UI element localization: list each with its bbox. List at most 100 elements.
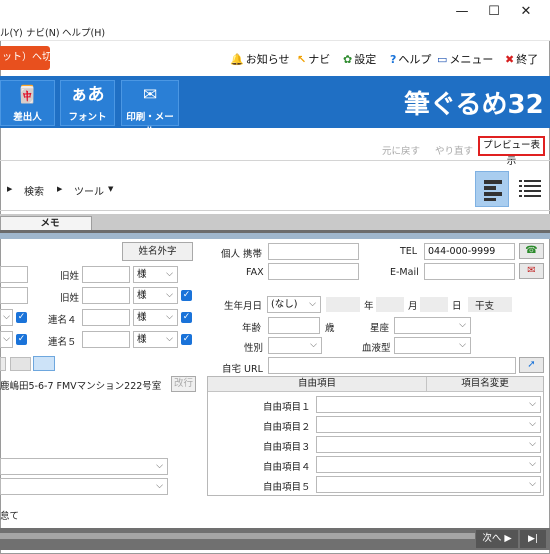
name-field-1[interactable]: [0, 266, 28, 283]
mail-icon[interactable]: ✉: [519, 263, 544, 279]
checkbox-2[interactable]: ✓: [181, 290, 192, 301]
chevron-down-icon: ⌵: [166, 334, 173, 344]
maximize-button[interactable]: ☐: [480, 2, 508, 22]
checkbox-left-4[interactable]: ✓: [16, 312, 27, 323]
menu-item-help[interactable]: ヘルプ(H): [62, 25, 105, 39]
list-view-icon: [519, 180, 541, 197]
name-field-2[interactable]: [0, 287, 28, 304]
checkbox-5[interactable]: ✓: [181, 334, 192, 345]
rename-left-select-5[interactable]: ⌵: [0, 331, 13, 348]
news-link[interactable]: 🔔 お知らせ: [230, 51, 289, 67]
honorific-select-5[interactable]: 様 ⌵: [133, 331, 178, 348]
exit-link[interactable]: ✖ 終了: [505, 51, 538, 67]
redo-button[interactable]: やり直す: [435, 143, 473, 157]
list-view-button[interactable]: [513, 171, 547, 207]
sender-button[interactable]: 🀄 差出人: [0, 80, 55, 126]
chevron-down-icon: ⌵: [529, 459, 536, 469]
search-menu[interactable]: 検索: [24, 183, 44, 198]
tab-memo[interactable]: メモ: [0, 216, 92, 231]
free-item-label-5: 自由項目５: [263, 482, 311, 493]
free-item-select-3[interactable]: ⌵: [316, 436, 541, 453]
home-url-label: 自宅 URL: [222, 364, 263, 375]
undo-button[interactable]: 元に戻す: [382, 143, 420, 157]
next-button[interactable]: 次へ ▶: [476, 530, 518, 548]
switch-mode-button[interactable]: ット）へ切替: [0, 46, 50, 70]
honorific-value: 様: [137, 334, 147, 345]
card-view-button[interactable]: [475, 171, 509, 207]
bell-icon: 🔔: [230, 53, 244, 66]
left-select-b[interactable]: ⌵: [0, 478, 168, 495]
navi-link[interactable]: ↖ ナビ: [297, 51, 330, 67]
chevron-down-icon: ⌵: [310, 340, 317, 350]
checkbox-left-5[interactable]: ✓: [16, 334, 27, 345]
birth-day-field[interactable]: [420, 297, 448, 312]
email-field[interactable]: [424, 263, 515, 280]
kyusei-field-2[interactable]: [82, 287, 130, 304]
zodiac-select[interactable]: ⌵: [394, 317, 471, 334]
blood-type-select[interactable]: ⌵: [394, 337, 471, 354]
honorific-select-2[interactable]: 様 ⌵: [133, 287, 178, 304]
sender-label: 差出人: [13, 112, 42, 123]
free-items-header: 自由項目: [208, 377, 427, 392]
free-item-label-2: 自由項目２: [263, 422, 311, 433]
left-select-a[interactable]: ⌵: [0, 458, 168, 475]
personal-mobile-field[interactable]: [268, 243, 359, 260]
chevron-down-icon: ⌵: [529, 419, 536, 429]
help-link[interactable]: ? ヘルプ: [390, 51, 431, 67]
free-item-select-1[interactable]: ⌵: [316, 396, 541, 413]
format-button-2[interactable]: [10, 357, 31, 371]
browser-icon[interactable]: ➚: [519, 357, 544, 373]
gaiji-button[interactable]: 姓名外字: [122, 242, 193, 261]
chevron-down-icon: ⌵: [529, 399, 536, 409]
menu-item-navi[interactable]: ナビ(N): [26, 25, 60, 39]
free-item-select-5[interactable]: ⌵: [316, 476, 541, 493]
fax-field[interactable]: [268, 263, 359, 280]
menu-link[interactable]: ▭ メニュー: [437, 51, 493, 67]
chevron-down-icon: ⌵: [156, 461, 163, 471]
kyusei-field-1[interactable]: [82, 266, 130, 283]
printer-icon: ✉: [142, 85, 158, 105]
fax-label: FAX: [246, 267, 264, 278]
horizontal-scrollbar[interactable]: [0, 533, 475, 539]
tel-field[interactable]: 044-000-9999: [424, 243, 515, 260]
settings-label: 設定: [354, 53, 377, 66]
phone-icon[interactable]: ☎: [519, 243, 544, 259]
settings-link[interactable]: ✿ 設定: [343, 51, 376, 67]
format-button-1[interactable]: [0, 357, 6, 371]
tools-menu[interactable]: ツール: [74, 183, 104, 198]
birth-month-field[interactable]: [376, 297, 404, 312]
age-unit-label: 歳: [325, 323, 335, 334]
free-item-label-1: 自由項目１: [263, 402, 311, 413]
checkbox-4[interactable]: ✓: [181, 312, 192, 323]
honorific-select-4[interactable]: 様 ⌵: [133, 309, 178, 326]
dropdown-caret-icon: ▼: [108, 185, 114, 193]
birth-year-field[interactable]: [326, 297, 360, 312]
gender-select[interactable]: ⌵: [268, 337, 322, 354]
honorific-value: 様: [137, 312, 147, 323]
rename-left-select-4[interactable]: ⌵: [0, 309, 13, 326]
window-icon: ▭: [437, 53, 448, 66]
minimize-button[interactable]: —: [448, 2, 476, 22]
close-window-button[interactable]: ✕: [512, 2, 540, 22]
age-label: 年齢: [242, 323, 262, 334]
last-record-button[interactable]: ▶|: [520, 530, 546, 548]
preview-button[interactable]: プレビュー表示: [478, 136, 545, 167]
newline-button[interactable]: 改行: [171, 376, 196, 392]
blood-type-label: 血液型: [362, 343, 391, 354]
menu-item-tool[interactable]: ル(Y): [0, 25, 23, 39]
birthday-era-select[interactable]: (なし) ⌵: [267, 296, 321, 313]
free-item-select-2[interactable]: ⌵: [316, 416, 541, 433]
free-item-select-4[interactable]: ⌵: [316, 456, 541, 473]
birthday-value: (なし): [271, 299, 298, 310]
rename5-field[interactable]: [82, 331, 130, 348]
card-view-icon: [484, 180, 502, 201]
rename4-field[interactable]: [82, 309, 130, 326]
format-button-3[interactable]: [33, 356, 55, 371]
day-label: 日: [452, 301, 462, 312]
home-url-field[interactable]: [268, 357, 516, 374]
age-field[interactable]: [268, 317, 320, 334]
print-mail-button[interactable]: ✉ 印刷・メール: [121, 80, 179, 137]
font-button[interactable]: ぁあ フォント: [60, 80, 115, 126]
honorific-value: 様: [137, 269, 147, 280]
honorific-select-1[interactable]: 様 ⌵: [133, 266, 178, 283]
